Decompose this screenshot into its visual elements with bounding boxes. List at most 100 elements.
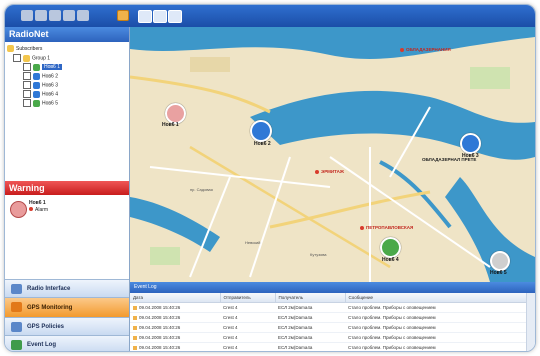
poi-label[interactable]: ПЕТРОПАВЛОВСКАЯ [360,225,413,230]
nav-gps-monitoring[interactable]: GPS Monitoring [5,297,129,317]
table-cell: Crest 4 [220,302,275,313]
window-icon[interactable] [168,10,182,23]
item-checkbox[interactable] [23,90,31,98]
warning-panel: Нов6 1 Alarm [5,195,129,279]
park [150,247,180,265]
left-panel: RadioNet Subscribers Group 1 Нов6 1 Нов6… [5,27,130,351]
tree-item[interactable]: Нов6 5 [7,99,62,108]
nav-label: Event Log [27,342,57,348]
tree-item[interactable]: Нов6 2 [7,72,62,81]
table-cell: ЕСЛ 2м(Dama4a [275,302,345,313]
vehicle-icon[interactable] [490,251,510,271]
column-header[interactable]: Отправитель [220,293,276,303]
tree-item[interactable]: Нов6 4 [7,90,62,99]
column-header[interactable]: Сообщение [345,293,527,303]
unit-label: Нов6 3 [462,153,479,159]
help-icon[interactable] [77,10,89,21]
table-cell: 09.04.2008 15:40:26 [130,322,220,333]
table-row[interactable]: 09.04.2008 15:40:26 Crest 4 ЕСЛ 2м(Dama4… [130,322,526,333]
unit-icon [33,99,40,107]
table-cell: 09.04.2008 15:40:26 [130,332,220,343]
window-icon[interactable] [138,10,152,23]
nav-event-log[interactable]: Event Log [5,335,129,351]
table-cell: ЕСЛ 2м(Dama4a [275,342,345,351]
event-icon [133,335,137,340]
block [190,57,230,72]
nav-label: Radio Interface [27,286,71,292]
tree-item-label: Нов6 1 [42,64,62,71]
alarm-unit-icon [10,201,27,218]
table-cell: 09.04.2008 15:40:26 [130,302,220,313]
tree-root[interactable]: Subscribers [7,45,62,54]
table-cell: Crest 4 [220,322,275,333]
item-checkbox[interactable] [23,99,31,107]
vehicle-icon[interactable] [250,120,272,142]
folder-icon[interactable] [117,10,129,21]
log-icon [11,340,22,350]
table-cell: ЕСЛ 2м(Dama4a [275,312,345,323]
vertical-scrollbar[interactable] [526,293,535,351]
poi-label[interactable]: ЭРМИТАЖ [315,169,344,174]
group-checkbox[interactable] [13,54,21,62]
table-row[interactable]: 09.04.2008 15:40:26 Crest 4 ЕСЛ 2м(Dama4… [130,332,526,343]
poi-text: ОБЛАДАЗЕРНАНИЯ [406,47,451,52]
settings-icon[interactable] [63,10,75,21]
item-checkbox[interactable] [23,72,31,80]
event-icon [133,345,137,350]
table-row[interactable]: 09.04.2008 15:40:26 Crest 4 ЕСЛ 2м(Dama4… [130,302,526,313]
cell-text: 09.04.2008 15:40:26 [139,325,181,330]
cell-text: 09.04.2008 15:40:26 [139,345,181,350]
app-window: RadioNet Subscribers Group 1 Нов6 1 Нов6… [4,4,536,352]
vehicle-icon[interactable] [380,237,401,258]
cell-text: 09.04.2008 15:40:26 [139,335,181,340]
table-header: Дата Отправитель Получатель Сообщение [130,293,527,303]
poi-text: ЭРМИТАЖ [321,169,344,174]
table-cell: Crest 4 [220,332,275,343]
poi-icon [360,225,364,230]
nav-radio-interface[interactable]: Radio Interface [5,279,129,297]
warning-entry[interactable]: Нов6 1 Alarm [29,200,48,214]
alarm-unit-icon[interactable] [165,103,186,124]
column-header[interactable]: Дата [130,293,221,303]
event-log-panel: Дата Отправитель Получатель Сообщение 09… [130,293,535,351]
tree-item-label: Нов6 5 [42,100,58,107]
warning-message: Alarm [29,207,48,214]
window-icon[interactable] [153,10,167,23]
table-cell: 09.04.2008 15:40:26 [130,342,220,351]
warning-message-text: Alarm [35,207,49,213]
home-icon[interactable] [49,10,61,21]
table-cell: ЕСЛ 2м(Dama4a [275,322,345,333]
table-cell: Стало проблем. Приборы с оповещением [345,332,526,343]
event-log-table: Дата Отправитель Получатель Сообщение 09… [130,293,527,351]
item-checkbox[interactable] [23,63,31,71]
item-checkbox[interactable] [23,81,31,89]
unit-label: Нов6 2 [254,141,271,147]
street-label: Невский [245,240,261,245]
back-icon[interactable] [21,10,33,21]
app-title: RadioNet [5,27,129,42]
subscriber-tree: Subscribers Group 1 Нов6 1 Нов6 2 Нов6 3… [7,45,62,108]
event-icon [133,305,137,310]
cell-text: 09.04.2008 15:40:26 [139,305,181,310]
warning-unit: Нов6 1 [29,200,46,206]
top-toolbar [5,5,535,27]
poi-label[interactable]: ОБЛАДАЗЕРНАНИЯ [400,47,451,52]
tree-item[interactable]: Нов6 1 [7,63,62,72]
alarm-icon [29,207,33,211]
column-header[interactable]: Получатель [275,293,346,303]
table-cell: ЕСЛ 2м(Dama4a [275,332,345,343]
table-row[interactable]: 09.04.2008 15:40:26 Crest 4 ЕСЛ 2м(Dama4… [130,312,526,323]
map-view[interactable]: ОБЛАДАЗЕРНАНИЯ ЭРМИТАЖ ПЕТРОПАВЛОВСКАЯ О… [130,27,535,282]
unit-icon [33,81,40,89]
park [470,67,510,89]
forward-icon[interactable] [35,10,47,21]
table-cell: Стало проблем. Приборы с оповещением [345,342,526,351]
nav-gps-policies[interactable]: GPS Policies [5,317,129,335]
vehicle-icon[interactable] [460,133,481,154]
table-row[interactable]: 09.04.2008 15:40:26 Crest 4 ЕСЛ 2м(Dama4… [130,342,526,351]
tree-root-label: Subscribers [16,46,43,52]
tree-item[interactable]: Нов6 3 [7,81,62,90]
tree-group[interactable]: Group 1 [7,54,62,63]
policy-icon [11,322,22,332]
unit-icon [33,90,40,98]
